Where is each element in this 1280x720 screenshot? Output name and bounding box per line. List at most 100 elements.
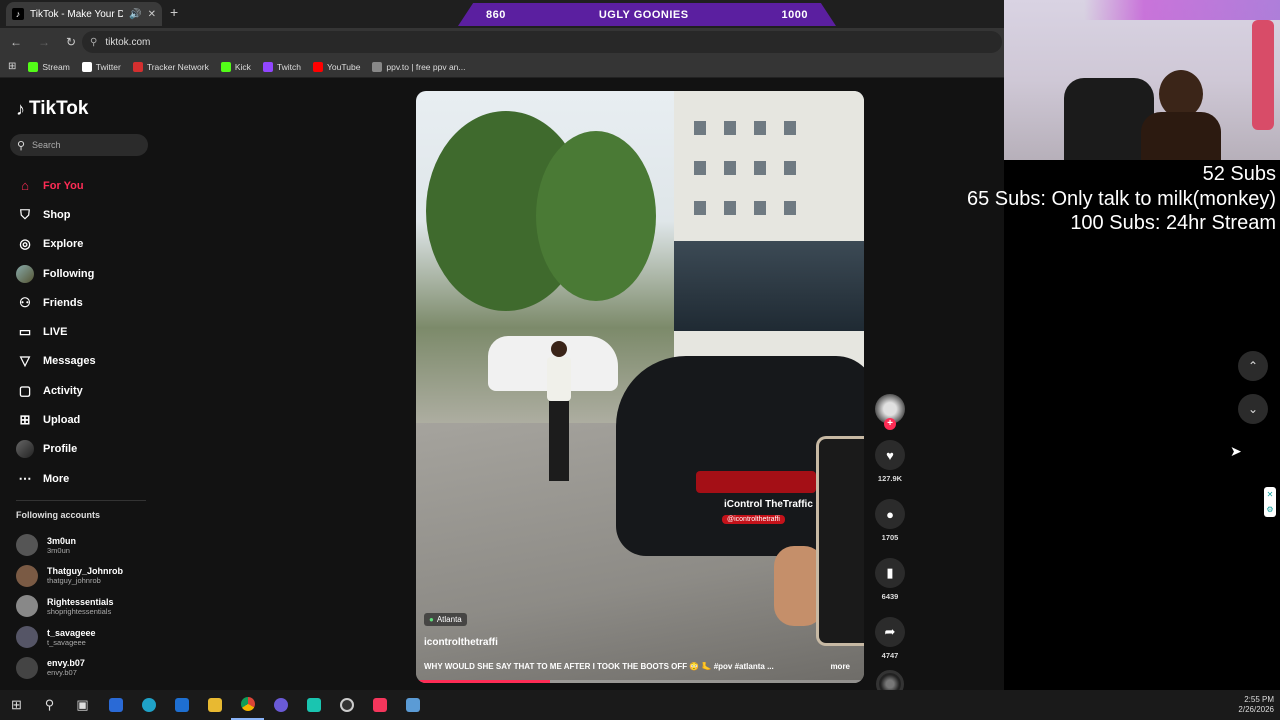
bookmark-tracker[interactable]: Tracker Network [132, 61, 209, 72]
sidebar-item-upload[interactable]: ⊞ Upload [16, 405, 156, 434]
video-scene [536, 131, 656, 301]
webcam-overlay [1004, 0, 1280, 160]
tiktok-note-icon: ♪ [16, 98, 25, 119]
comment-button[interactable]: ● 1705 [874, 499, 906, 542]
close-icon: ✕ [1266, 490, 1274, 499]
app-icon[interactable] [264, 690, 297, 720]
clock-time: 2:55 PM [1244, 695, 1274, 704]
file-explorer-icon[interactable] [198, 690, 231, 720]
search-icon[interactable]: ⚲ [33, 690, 66, 720]
bookmark-stream[interactable]: Stream [28, 61, 70, 72]
list-item[interactable]: envy.b07 envy.b07 [16, 652, 166, 683]
video-actions: + ♥ 127.9K ● 1705 ▮ 6439 ➦ 4747 [874, 394, 906, 698]
music-icon[interactable] [363, 690, 396, 720]
sidebar-item-more[interactable]: ⋯ More [16, 464, 156, 493]
tiktok-logo[interactable]: ♪ TikTok [16, 98, 88, 120]
extension-widget[interactable]: ✕ ⚙ [1264, 487, 1276, 517]
next-video-button[interactable]: ⌄ [1238, 394, 1268, 424]
sidebar-item-activity[interactable]: ▢ Activity [16, 376, 156, 405]
edge-icon[interactable] [132, 690, 165, 720]
screen: ♪ TikTok - Make Your Day 🔊 ✕ + 860 UGLY … [0, 0, 1280, 720]
mail-icon[interactable] [165, 690, 198, 720]
tracker-icon [132, 61, 143, 72]
activity-icon: ▢ [18, 382, 32, 398]
video-watermark-handle: @icontrolthetraffi [722, 515, 785, 524]
chrome-icon[interactable] [231, 690, 264, 720]
more-button[interactable]: more [830, 662, 850, 671]
back-icon[interactable]: ← [10, 35, 22, 49]
twitch-icon [262, 61, 273, 72]
webcam-scene [1141, 70, 1221, 160]
share-icon: ➦ [875, 617, 905, 647]
list-item[interactable]: 3m0un 3m0un [16, 530, 166, 561]
avatar [16, 440, 34, 459]
sidebar-item-explore[interactable]: ◎ Explore [16, 230, 156, 259]
windows-start-icon[interactable]: ⊞ [0, 690, 33, 720]
goal-left-value: 860 [486, 8, 506, 21]
following-accounts-list: 3m0un 3m0un Thatguy_Johnrob thatguy_johnro… [16, 530, 166, 683]
bookmark-icon: ▮ [875, 558, 905, 588]
location-pin-icon: ● [429, 615, 434, 624]
sidebar-item-following[interactable]: Following [16, 259, 156, 288]
x-icon [81, 61, 92, 72]
sidebar-item-for-you[interactable]: ⌂ For You [16, 171, 156, 200]
avatar [16, 626, 38, 649]
chevron-down-icon: ⌄ [1247, 402, 1259, 416]
video-progress-fill [416, 680, 551, 683]
search-input[interactable]: ⚲ Search [10, 134, 148, 156]
upload-icon: ⊞ [19, 412, 31, 428]
sidebar-item-live[interactable]: ▭ LIVE [16, 317, 156, 346]
browser-tab[interactable]: ♪ TikTok - Make Your Day 🔊 ✕ [6, 2, 162, 26]
app-icon[interactable] [396, 690, 429, 720]
save-button[interactable]: ▮ 6439 [874, 558, 906, 601]
app-icon[interactable] [297, 690, 330, 720]
address-bar[interactable]: ⚲ tiktok.com [82, 31, 1002, 53]
sub-goals-overlay: 52 Subs 65 Subs: Only talk to milk(monke… [967, 162, 1276, 236]
bookmark-youtube[interactable]: YouTube [313, 61, 360, 72]
follow-plus-icon[interactable]: + [884, 418, 896, 430]
reload-icon[interactable]: ↻ [66, 35, 76, 49]
windows-taskbar: ⊞ ⚲ ▣ 2:55 PM 2/26/2026 [0, 690, 1280, 720]
video-scene [816, 436, 864, 646]
sidebar-item-messages[interactable]: ▽ Messages [16, 347, 156, 376]
video-author[interactable]: icontrolthetraffi [424, 637, 498, 648]
bookmark-ppv[interactable]: ppv.to | free ppv an... [372, 61, 466, 72]
avatar [16, 595, 38, 618]
sub-goal-line: 100 Subs: 24hr Stream [1070, 212, 1276, 234]
speaker-icon[interactable]: 🔊 [129, 9, 141, 20]
creator-avatar[interactable]: + [875, 394, 905, 430]
following-accounts-title: Following accounts [16, 510, 101, 520]
list-item[interactable]: Thatguy_Johnrob thatguy_johnrob [16, 561, 166, 592]
bookmark-twitch[interactable]: Twitch [262, 61, 301, 72]
video-progress-bar[interactable] [416, 680, 864, 683]
bookmark-kick[interactable]: Kick [220, 61, 251, 72]
sub-goal-line: 65 Subs: Only talk to milk(monkey) [967, 187, 1276, 210]
video-scene [544, 341, 574, 491]
share-button[interactable]: ➦ 4747 [874, 617, 906, 660]
sidebar-item-shop[interactable]: ⛉ Shop [16, 200, 156, 229]
previous-video-button[interactable]: ⌃ [1238, 351, 1268, 381]
location-tag[interactable]: ● Atlanta [424, 613, 467, 626]
forward-icon[interactable]: → [38, 35, 50, 49]
url-text: tiktok.com [105, 36, 151, 48]
shop-icon: ⛉ [20, 206, 30, 222]
obs-icon[interactable] [330, 690, 363, 720]
task-view-icon[interactable]: ▣ [66, 690, 99, 720]
system-clock[interactable]: 2:55 PM 2/26/2026 [1238, 695, 1274, 715]
tab-title: TikTok - Make Your Day [30, 8, 124, 20]
new-tab-icon[interactable]: + [170, 4, 178, 20]
list-item[interactable]: t_savageee t_savageee [16, 622, 166, 653]
apps-icon[interactable]: ⊞ [8, 61, 16, 72]
close-tab-icon[interactable]: ✕ [148, 9, 156, 20]
kick-icon [28, 61, 39, 72]
sidebar-item-friends[interactable]: ⚇ Friends [16, 288, 156, 317]
sidebar-item-profile[interactable]: Profile [16, 435, 156, 464]
store-icon[interactable] [99, 690, 132, 720]
bookmark-twitter[interactable]: Twitter [81, 61, 121, 72]
tiktok-app: ♪ TikTok ⚲ Search ⌂ For You ⛉ Shop ◎ Explor… [0, 78, 1004, 698]
like-button[interactable]: ♥ 127.9K [874, 440, 906, 483]
avatar [16, 534, 38, 557]
list-item[interactable]: Rightessentials shoprightessentials [16, 591, 166, 622]
video-player[interactable]: iControl TheTraffic @icontrolthetraffi ●… [416, 91, 864, 683]
site-info-icon[interactable]: ⚲ [90, 37, 97, 48]
